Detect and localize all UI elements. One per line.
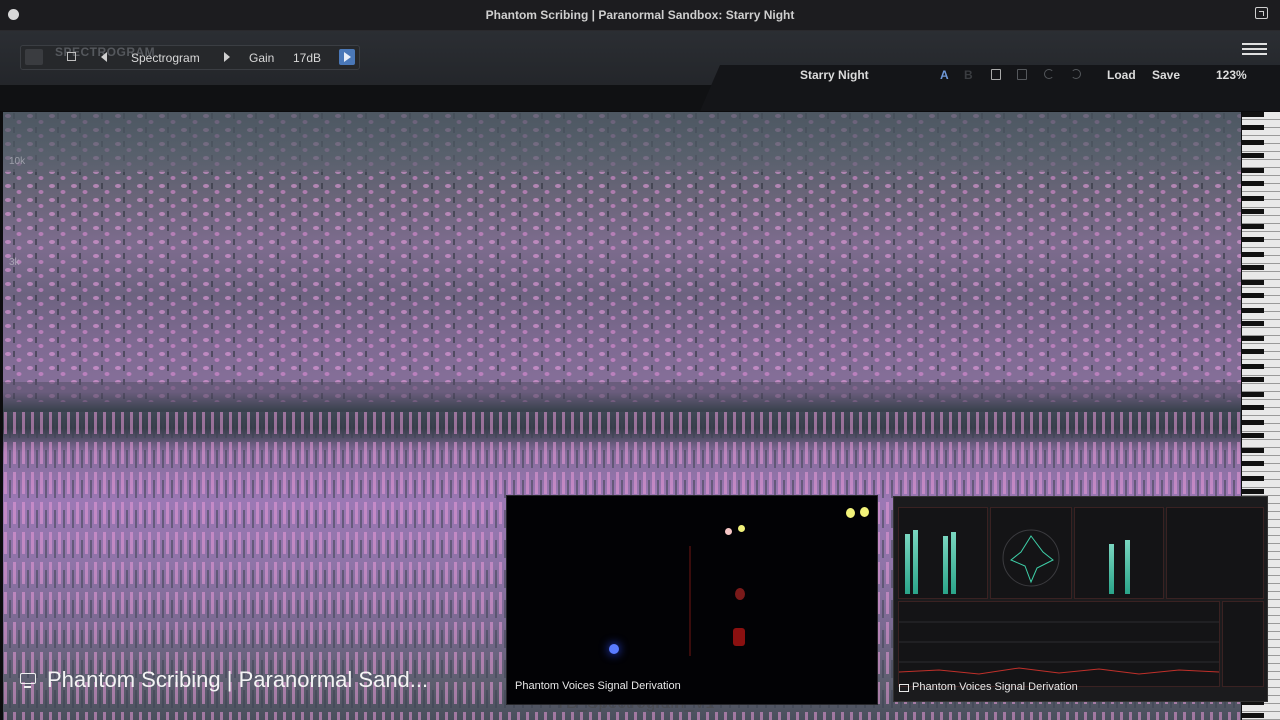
light-spot xyxy=(860,507,869,517)
save-button[interactable]: Save xyxy=(1152,68,1180,82)
meter-thumbnail[interactable]: Phantom Voices Signal Derivation xyxy=(893,496,1268,702)
level-bar xyxy=(1109,544,1114,594)
window-caption-text: Phantom Scribing | Paranormal Sand... xyxy=(47,667,429,692)
next-mode-button[interactable] xyxy=(224,52,230,62)
light-spot xyxy=(733,628,745,646)
copy-icon[interactable] xyxy=(991,69,1001,80)
ab-a-button[interactable]: A xyxy=(940,68,949,82)
level-bar xyxy=(913,530,918,594)
vectorscope-graph xyxy=(1002,529,1060,587)
video-figure xyxy=(689,546,691,656)
level-bar xyxy=(943,536,948,594)
preset-bar-background xyxy=(700,65,1280,111)
level-meter-panel xyxy=(898,507,988,599)
load-button[interactable]: Load xyxy=(1107,68,1136,82)
light-spot xyxy=(846,508,855,518)
meter-caption: Phantom Voices Signal Derivation xyxy=(912,681,1078,693)
light-spot xyxy=(725,528,732,535)
light-spot xyxy=(609,644,619,654)
freq-label: 10k xyxy=(9,156,26,167)
video-thumbnail[interactable]: Phantom Voices Signal Derivation xyxy=(506,495,878,705)
window-titlebar: Phantom Scribing | Paranormal Sandbox: S… xyxy=(0,0,1280,31)
plugin-header xyxy=(0,31,1280,111)
level-bar xyxy=(905,534,910,594)
zoom-level[interactable]: 123% xyxy=(1216,68,1247,82)
plugin-toolbar: SPECTROGRAM Spectrogram Gain 17dB xyxy=(20,45,360,70)
hamburger-menu-icon[interactable] xyxy=(1242,43,1267,55)
window-title: Phantom Scribing | Paranormal Sandbox: S… xyxy=(485,8,795,22)
light-spot xyxy=(735,588,745,600)
level-bar xyxy=(1125,540,1130,594)
undo-icon[interactable] xyxy=(1044,69,1054,79)
spectrum-panel xyxy=(898,601,1220,687)
gain-value[interactable]: 17dB xyxy=(293,51,321,65)
display-icon xyxy=(899,684,909,692)
vectorscope-panel xyxy=(990,507,1072,599)
video-caption: Phantom Voices Signal Derivation xyxy=(515,680,681,692)
play-button[interactable] xyxy=(339,49,355,65)
gain-label: Gain xyxy=(249,51,275,65)
display-icon xyxy=(20,673,36,688)
spectrum-graph xyxy=(898,621,1220,675)
crop-icon[interactable] xyxy=(67,52,76,61)
light-spot xyxy=(738,525,745,532)
correlation-panel xyxy=(1074,507,1164,599)
redo-icon[interactable] xyxy=(1071,69,1081,79)
paste-icon[interactable] xyxy=(1017,69,1027,80)
fullscreen-icon[interactable] xyxy=(1255,7,1268,19)
preset-name[interactable]: Starry Night xyxy=(800,68,869,82)
meter-controls-panel xyxy=(1222,601,1264,687)
stereo-panel xyxy=(1166,507,1264,599)
ab-b-button[interactable]: B xyxy=(964,68,973,82)
plugin-logo-icon xyxy=(25,49,43,65)
freq-label: 3k xyxy=(9,257,20,268)
mode-selector[interactable]: Spectrogram xyxy=(131,51,200,65)
previous-mode-button[interactable] xyxy=(101,52,107,62)
level-bar xyxy=(951,532,956,594)
